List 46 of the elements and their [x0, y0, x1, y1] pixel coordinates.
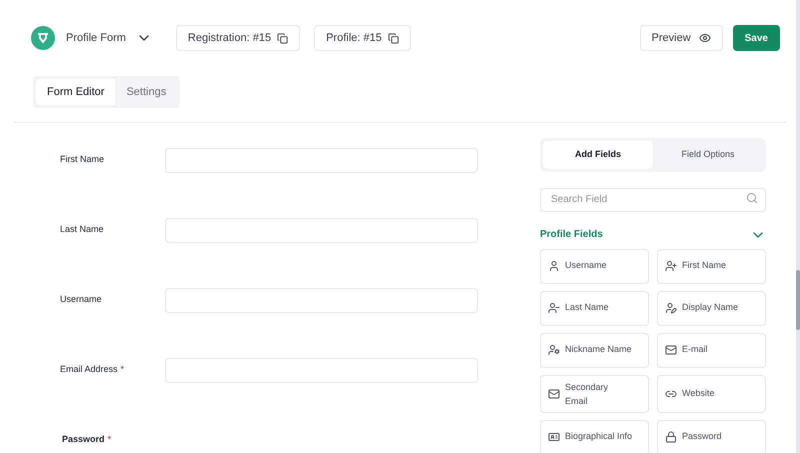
preview-button[interactable]: Preview: [640, 25, 723, 51]
field-label: Email Address: [60, 363, 118, 376]
eye-icon: [698, 32, 711, 44]
required-asterisk: *: [108, 433, 112, 446]
search-field[interactable]: Search Field: [540, 188, 766, 212]
id-card-icon: [548, 431, 560, 443]
field-label: Last Name: [60, 223, 104, 236]
field-card[interactable]: Secondary Email: [540, 374, 649, 412]
field-label: Password: [62, 433, 105, 446]
field-card[interactable]: Website: [657, 374, 766, 412]
envelope-icon: [548, 388, 560, 400]
text-input[interactable]: [165, 288, 478, 312]
text-input[interactable]: [165, 358, 478, 382]
field-card[interactable]: Display Name: [657, 290, 766, 326]
copy-id-button[interactable]: Profile: #15: [314, 25, 411, 51]
save-button[interactable]: Save: [732, 25, 780, 51]
field-label: Username: [60, 293, 102, 306]
user-icon: [665, 302, 677, 314]
text-input[interactable]: [165, 218, 478, 242]
field-card[interactable]: Password: [657, 420, 766, 453]
user-icon: [665, 260, 677, 272]
field-label: First Name: [60, 153, 104, 166]
field-card[interactable]: Biographical Info: [540, 420, 649, 453]
search-icon: [746, 192, 758, 204]
logo-icon: [31, 26, 55, 50]
field-card[interactable]: Last Name: [540, 290, 649, 326]
tab[interactable]: Settings: [115, 79, 178, 105]
required-asterisk: *: [120, 363, 124, 376]
copy-icon: [388, 32, 399, 44]
copy-icon: [277, 32, 288, 44]
tab[interactable]: Add Fields: [543, 141, 653, 169]
copy-id-button[interactable]: Registration: #15: [176, 25, 300, 51]
field-card[interactable]: Username: [540, 248, 649, 284]
user-icon: [548, 260, 560, 272]
field-card[interactable]: E-mail: [657, 332, 766, 368]
section-header[interactable]: Profile Fields: [540, 226, 766, 242]
user-icon: [548, 302, 560, 314]
user-icon: [548, 344, 560, 356]
envelope-icon: [665, 344, 677, 356]
field-card[interactable]: Nickname Name: [540, 332, 649, 368]
tab[interactable]: Form Editor: [36, 79, 116, 105]
lock-icon: [665, 431, 677, 443]
tab[interactable]: Field Options: [653, 141, 763, 169]
field-card[interactable]: First Name: [657, 248, 766, 284]
text-input[interactable]: [165, 148, 478, 172]
form-selector[interactable]: Profile Form: [66, 30, 152, 46]
